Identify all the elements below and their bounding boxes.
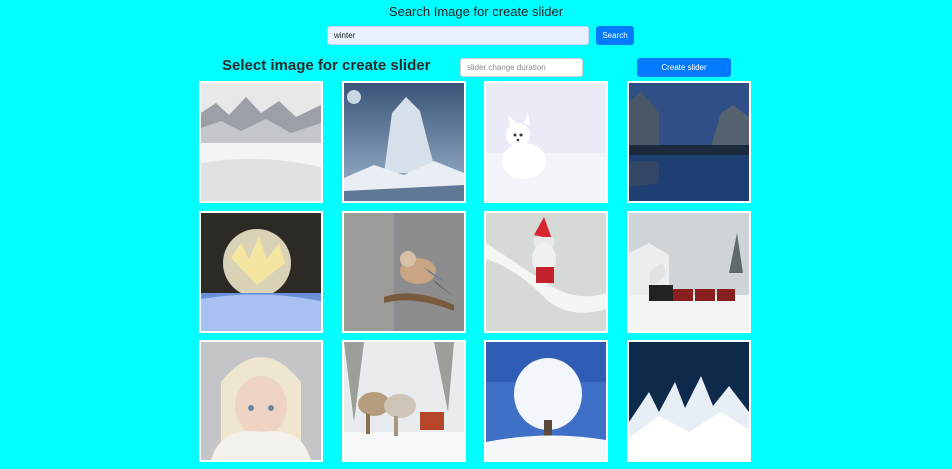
horse-sleigh-image[interactable] <box>342 340 466 462</box>
woman-in-sweater-image[interactable] <box>199 340 323 462</box>
create-slider-button[interactable]: Create slider <box>637 58 731 77</box>
frosted-tree-image[interactable] <box>484 340 608 462</box>
page: Search Image for create slider Search Se… <box>0 0 952 469</box>
frozen-bubble-image[interactable] <box>199 211 323 333</box>
ice-sculpture-figure-image[interactable] <box>342 81 466 203</box>
slider-duration-input[interactable] <box>460 58 583 77</box>
gnome-on-snowy-branch-image[interactable] <box>484 211 608 333</box>
ice-crystals-image[interactable] <box>627 340 751 462</box>
arctic-fox-image[interactable] <box>484 81 608 203</box>
search-button[interactable]: Search <box>596 26 634 45</box>
search-input[interactable] <box>327 26 589 45</box>
jay-bird-on-branch-image[interactable] <box>342 211 466 333</box>
steam-train-snow-image[interactable] <box>627 211 751 333</box>
search-heading: Search Image for create slider <box>388 4 564 19</box>
misty-mountain-snow-image[interactable] <box>199 81 323 203</box>
mountain-lake-image[interactable] <box>627 81 751 203</box>
gallery-heading: Select image for create slider <box>222 57 431 74</box>
